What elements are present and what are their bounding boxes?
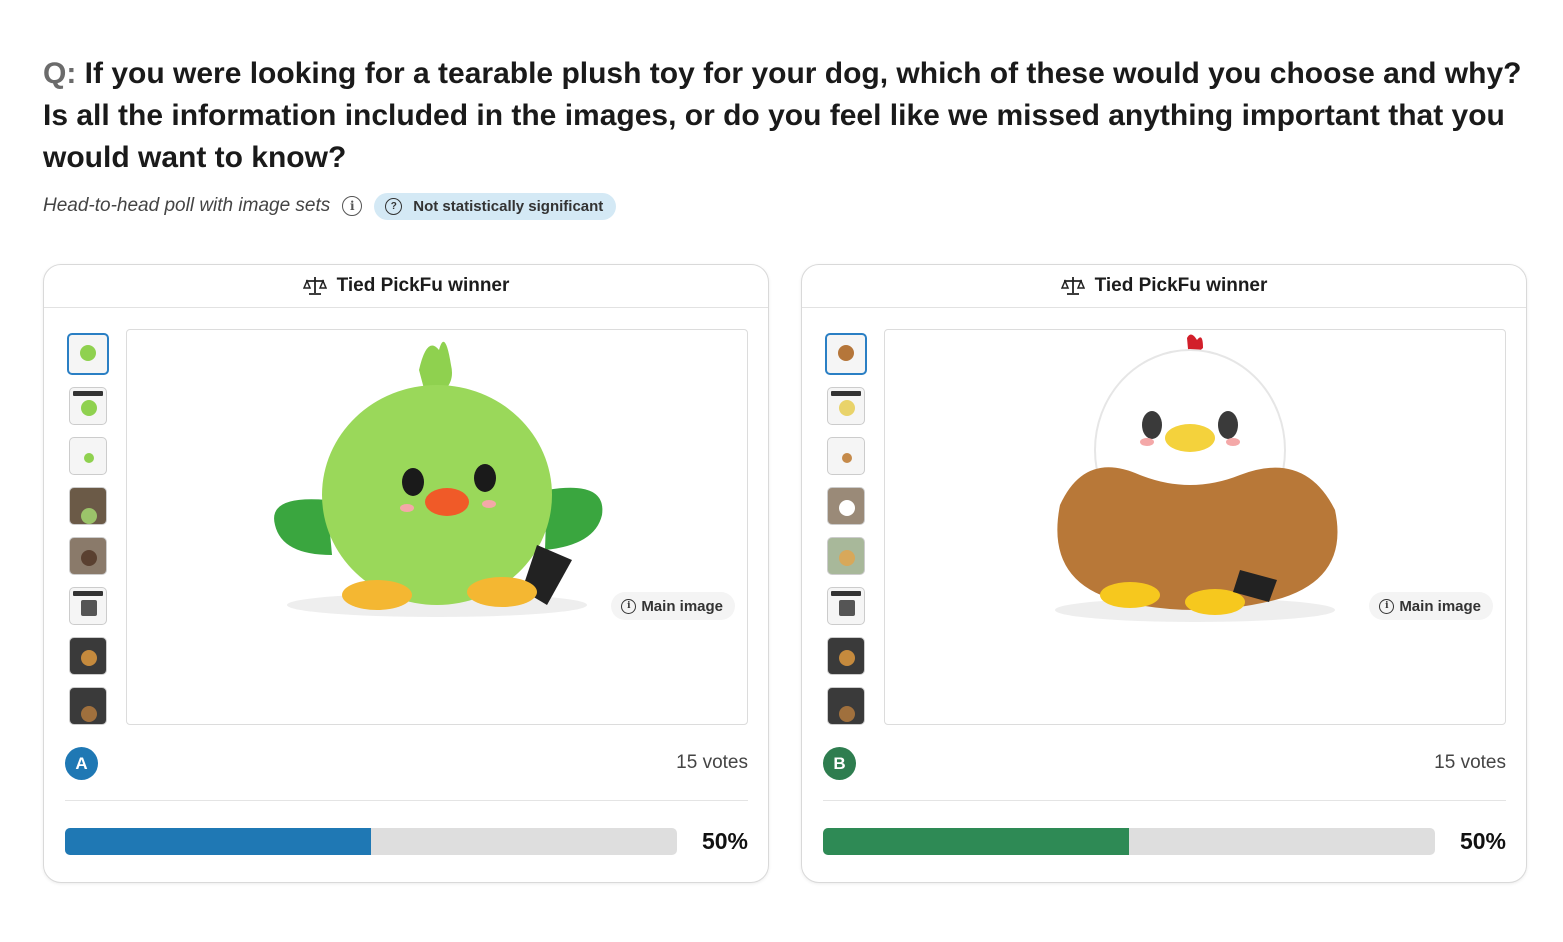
significance-badge: ? Not statistically significant xyxy=(374,192,617,220)
question: Q: If you were looking for a tearable pl… xyxy=(43,53,1533,179)
result-bar-fill xyxy=(823,828,1129,855)
vote-count: 15 votes xyxy=(1434,752,1506,773)
scale-icon xyxy=(302,277,327,295)
chicken-nest-plush-image xyxy=(1055,334,1338,622)
info-icon: i xyxy=(621,598,637,614)
option-letter-badge: A xyxy=(65,747,98,780)
poll-type-label: Head-to-head poll with image sets xyxy=(43,195,331,216)
option-letter-badge: B xyxy=(823,747,856,780)
main-image-label: Main image xyxy=(1399,597,1481,615)
scale-icon xyxy=(1060,277,1085,295)
main-image-tag: i Main image xyxy=(1369,592,1493,620)
result-percent: 50% xyxy=(701,828,748,854)
thumbnail[interactable] xyxy=(827,537,865,575)
significance-label: Not statistically significant xyxy=(413,197,604,215)
thumbnail-list xyxy=(67,333,111,737)
thumbnail[interactable] xyxy=(827,637,865,675)
info-icon: i xyxy=(1379,598,1395,614)
thumbnail[interactable] xyxy=(67,333,109,375)
main-image-label: Main image xyxy=(641,597,723,615)
poll-meta: Head-to-head poll with image sets i ? No… xyxy=(43,192,617,220)
question-mark-icon: ? xyxy=(385,197,403,215)
thumbnail[interactable] xyxy=(69,687,107,725)
thumbnail[interactable] xyxy=(825,333,867,375)
card-header-label: Tied PickFu winner xyxy=(1094,275,1268,296)
result-bar xyxy=(823,828,1435,855)
vote-count: 15 votes xyxy=(676,752,748,773)
thumbnail[interactable] xyxy=(69,387,107,425)
thumbnail[interactable] xyxy=(827,487,865,525)
thumbnail-list xyxy=(825,333,869,737)
thumbnail[interactable] xyxy=(69,437,107,475)
thumbnail[interactable] xyxy=(827,687,865,725)
thumbnail[interactable] xyxy=(69,537,107,575)
divider xyxy=(823,800,1506,801)
main-image[interactable]: i Main image xyxy=(126,329,748,725)
green-bird-plush-image xyxy=(274,341,603,617)
card-header: Tied PickFu winner xyxy=(44,265,768,308)
card-header-label: Tied PickFu winner xyxy=(336,275,510,296)
card-header: Tied PickFu winner xyxy=(802,265,1526,308)
question-text: If you were looking for a tearable plush… xyxy=(43,57,1522,174)
thumbnail[interactable] xyxy=(69,487,107,525)
result-bar-fill xyxy=(65,828,371,855)
option-card-a: Tied PickFu winner i Main image A 15 vot… xyxy=(43,264,769,883)
divider xyxy=(65,800,748,801)
result-percent: 50% xyxy=(1459,828,1506,854)
thumbnail[interactable] xyxy=(69,637,107,675)
thumbnail[interactable] xyxy=(69,587,107,625)
info-icon[interactable]: i xyxy=(342,196,363,216)
question-prefix: Q: xyxy=(43,57,77,90)
thumbnail[interactable] xyxy=(827,387,865,425)
main-image[interactable]: i Main image xyxy=(884,329,1506,725)
thumbnail[interactable] xyxy=(827,437,865,475)
main-image-tag: i Main image xyxy=(611,592,735,620)
thumbnail[interactable] xyxy=(827,587,865,625)
result-bar xyxy=(65,828,677,855)
option-card-b: Tied PickFu winner i Main image B 15 vot… xyxy=(801,264,1527,883)
